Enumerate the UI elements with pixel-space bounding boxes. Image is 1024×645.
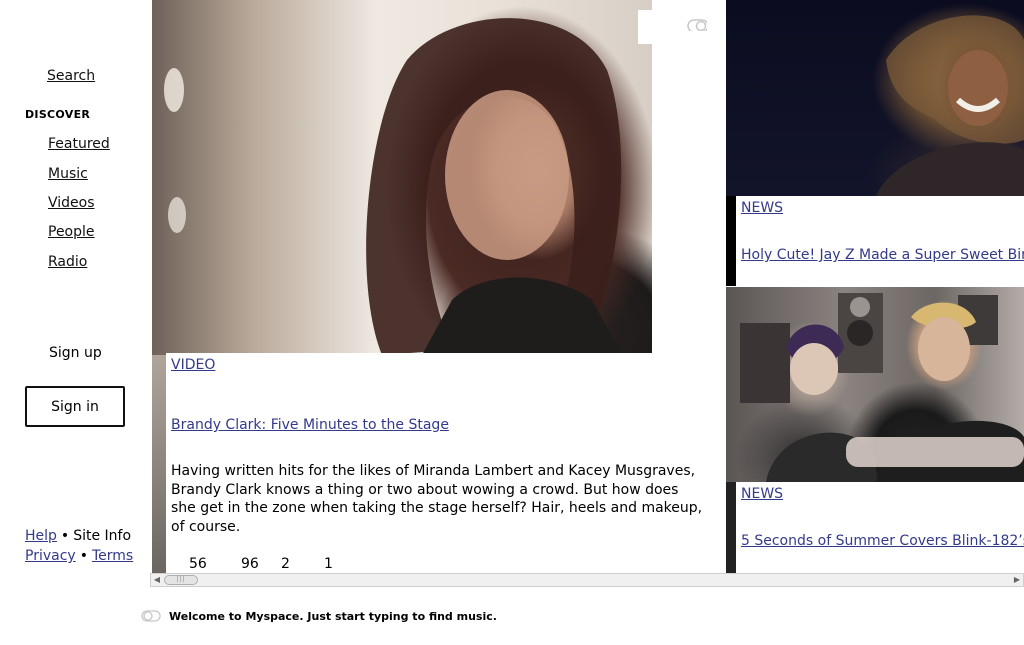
news-body-1: NEWS Holy Cute! Jay Z Made a Super Sweet… xyxy=(736,196,1024,286)
nav-item-featured[interactable]: Featured xyxy=(48,136,110,152)
count-3[interactable]: 2 xyxy=(281,556,324,572)
nav-item-radio[interactable]: Radio xyxy=(48,254,87,270)
footer-row-2: Privacy • Terms xyxy=(25,548,133,564)
count-2[interactable]: 96 xyxy=(241,556,281,572)
news-tag-2[interactable]: NEWS xyxy=(741,486,783,502)
help-link[interactable]: Help xyxy=(25,528,57,544)
footer-separator: • xyxy=(60,528,70,544)
feature-photo-shapes xyxy=(164,18,622,355)
footer-row-1: Help • Site Info xyxy=(25,528,131,544)
news-strip-1 xyxy=(726,196,736,286)
feature-counts: 56 96 2 1 xyxy=(189,556,344,572)
signup-link[interactable]: Sign up xyxy=(49,345,102,361)
news-image-1[interactable] xyxy=(726,0,1024,196)
feature-card-body: VIDEO Brandy Clark: Five Minutes to the … xyxy=(166,353,704,573)
terms-link[interactable]: Terms xyxy=(92,548,133,564)
count-4[interactable]: 1 xyxy=(324,556,344,572)
search-link[interactable]: Search xyxy=(47,68,95,84)
toggle-icon[interactable] xyxy=(141,610,161,622)
count-1[interactable]: 56 xyxy=(189,556,241,572)
site-info-text[interactable]: Site Info xyxy=(73,528,131,544)
feature-title[interactable]: Brandy Clark: Five Minutes to the Stage xyxy=(171,417,449,433)
discover-heading: DISCOVER xyxy=(25,108,91,121)
feature-image-edge-left xyxy=(152,355,166,573)
news-image-2[interactable] xyxy=(726,287,1024,482)
toggle-icon[interactable] xyxy=(687,19,707,31)
horizontal-scrollbar[interactable]: ◀ ||| ▶ xyxy=(150,573,1024,587)
news-title-2[interactable]: 5 Seconds of Summer Covers Blink-182’s “… xyxy=(741,533,1024,549)
feature-description: Having written hits for the likes of Mir… xyxy=(171,463,703,535)
feature-tag-video[interactable]: VIDEO xyxy=(171,357,215,373)
nav-item-music[interactable]: Music xyxy=(48,166,88,182)
footer-separator: • xyxy=(79,548,88,564)
welcome-message: Welcome to Myspace. Just start typing to… xyxy=(169,610,497,623)
nav-item-people[interactable]: People xyxy=(48,224,95,240)
nav-item-videos[interactable]: Videos xyxy=(48,195,95,211)
news-photo-shapes-1 xyxy=(876,15,1024,196)
scrollbar-thumb[interactable]: ||| xyxy=(164,575,198,585)
news-title-1[interactable]: Holy Cute! Jay Z Made a Super Sweet Birt… xyxy=(741,247,1024,263)
signin-button[interactable]: Sign in xyxy=(25,386,125,427)
news-photo-shapes-2 xyxy=(740,293,1024,482)
scroll-left-arrow-icon[interactable]: ◀ xyxy=(151,575,163,585)
feature-toggle-bg xyxy=(638,10,654,44)
privacy-link[interactable]: Privacy xyxy=(25,548,76,564)
news-tag-1[interactable]: NEWS xyxy=(741,200,783,216)
scroll-right-arrow-icon[interactable]: ▶ xyxy=(1011,575,1023,585)
news-strip-2 xyxy=(726,482,736,573)
news-body-2: NEWS 5 Seconds of Summer Covers Blink-18… xyxy=(736,482,1024,573)
feature-image[interactable] xyxy=(152,0,652,355)
